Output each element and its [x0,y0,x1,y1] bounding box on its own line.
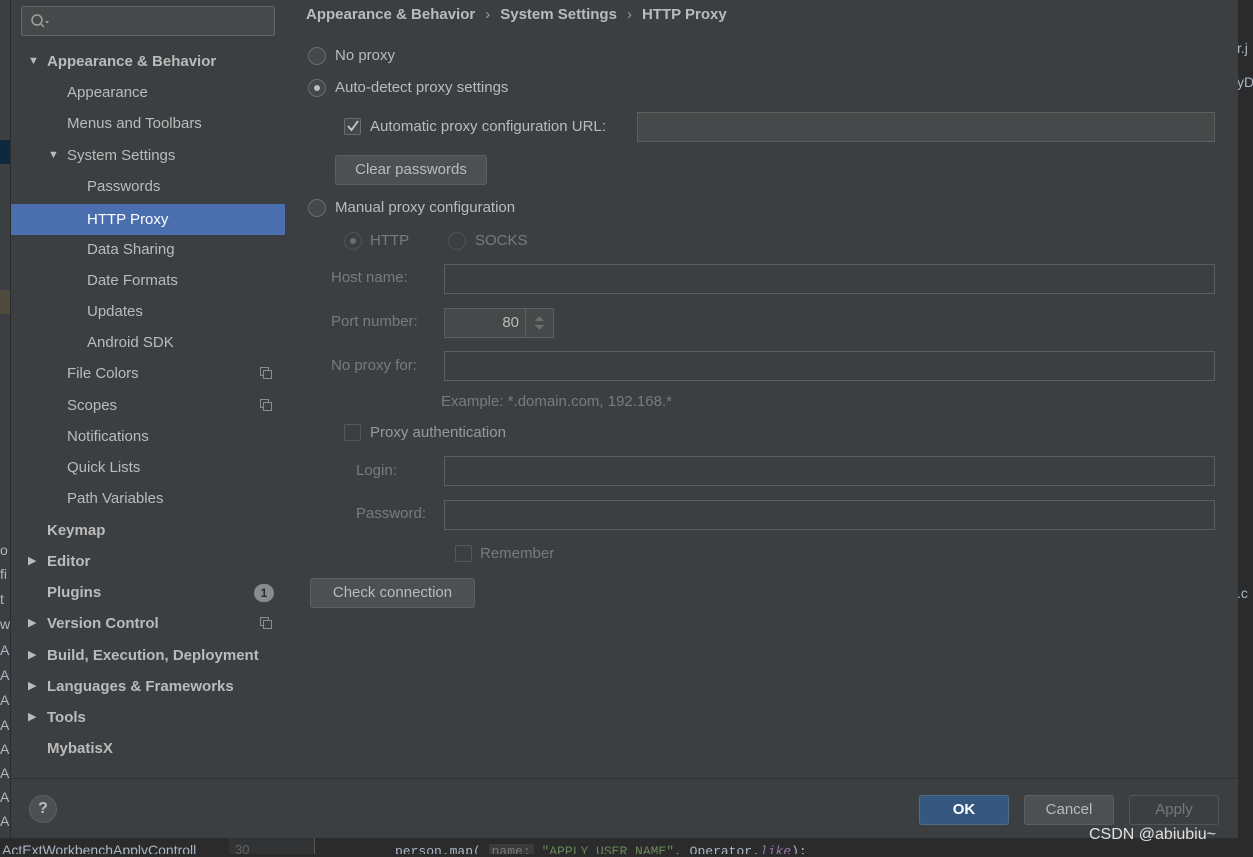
apply-button[interactable]: Apply [1129,795,1219,825]
http-radio[interactable] [344,232,362,250]
sidebar-item-build-execution-deployment[interactable]: ▶ Build, Execution, Deployment [11,640,285,671]
collapse-arrow-icon[interactable]: ▶ [28,546,40,577]
expand-arrow-icon[interactable]: ▼ [28,46,40,77]
sidebar-item-system-settings[interactable]: ▼ System Settings [11,140,285,171]
breadcrumb-item[interactable]: System Settings [500,6,617,23]
ide-right-fragment: r.j [1237,40,1248,56]
socks-radio[interactable] [448,232,466,250]
cancel-button[interactable]: Cancel [1024,795,1114,825]
ide-code-line: ActExtWorkbenchApplyControll person.map(… [0,838,1253,854]
search-input[interactable] [21,6,275,36]
manual-proxy-label[interactable]: Manual proxy configuration [335,198,515,218]
ok-button[interactable]: OK [919,795,1009,825]
sidebar-item-plugins[interactable]: Plugins 1 [11,577,285,608]
host-name-label: Host name: [331,269,408,286]
settings-sidebar: ▼ Appearance & Behavior Appearance Menus… [11,0,285,778]
no-proxy-for-input[interactable] [444,351,1215,381]
ide-left-highlight [0,290,10,314]
collapse-arrow-icon[interactable]: ▶ [28,671,40,702]
auto-proxy-url-input[interactable] [637,112,1215,142]
no-proxy-label[interactable]: No proxy [335,46,395,66]
sidebar-item-appearance-behavior[interactable]: ▼ Appearance & Behavior [11,46,285,77]
breadcrumb: Appearance & Behavior › System Settings › HT… [306,4,727,26]
sidebar-item-passwords[interactable]: Passwords [11,171,285,202]
sidebar-item-editor[interactable]: ▶ Editor [11,546,285,577]
collapse-arrow-icon[interactable]: ▶ [28,608,40,639]
breadcrumb-separator-icon: › [626,6,632,23]
login-label: Login: [356,462,397,479]
ide-right-fragment: yD [1237,74,1253,90]
auto-proxy-url-checkbox[interactable] [344,118,361,135]
password-input[interactable] [444,500,1215,530]
plugins-update-badge: 1 [254,584,274,602]
breadcrumb-item: HTTP Proxy [641,6,727,23]
breadcrumb-item[interactable]: Appearance & Behavior [306,6,475,23]
port-number-stepper[interactable]: 80 [444,308,554,338]
auto-detect-radio[interactable] [308,79,326,97]
sidebar-item-data-sharing[interactable]: Data Sharing [11,234,285,265]
collapse-arrow-icon[interactable]: ▶ [28,640,40,671]
expand-arrow-icon[interactable]: ▼ [48,140,60,171]
host-name-input[interactable] [444,264,1215,294]
settings-dialog: ▼ Appearance & Behavior Appearance Menus… [10,0,1238,838]
auto-proxy-url-label[interactable]: Automatic proxy configuration URL: [370,117,606,137]
sidebar-item-menus-toolbars[interactable]: Menus and Toolbars [11,108,285,139]
sidebar-item-languages-frameworks[interactable]: ▶ Languages & Frameworks [11,671,285,702]
check-connection-button[interactable]: Check connection [310,578,475,608]
port-number-value: 80 [502,314,519,331]
socks-label[interactable]: SOCKS [475,231,528,251]
port-number-label: Port number: [331,313,418,330]
no-proxy-example-hint: Example: *.domain.com, 192.168.* [441,393,672,410]
sidebar-item-tools[interactable]: ▶ Tools [11,702,285,733]
http-label[interactable]: HTTP [370,231,409,251]
ide-code-text: person.map( name: "APPLY_USER_NAME", Ope… [395,844,807,854]
login-input[interactable] [444,456,1215,486]
sidebar-item-date-formats[interactable]: Date Formats [11,265,285,296]
proxy-auth-checkbox[interactable] [344,424,361,441]
sidebar-item-android-sdk[interactable]: Android SDK [11,327,285,358]
breadcrumb-separator-icon: › [485,6,491,23]
proxy-auth-label[interactable]: Proxy authentication [370,423,506,443]
no-proxy-radio[interactable] [308,47,326,65]
spinner-arrows-icon[interactable] [525,309,553,337]
no-proxy-for-label: No proxy for: [331,357,417,374]
sidebar-item-appearance[interactable]: Appearance [11,77,285,108]
ide-file-name: ActExtWorkbenchApplyControll [2,842,197,854]
clear-passwords-button[interactable]: Clear passwords [335,155,487,185]
remember-checkbox[interactable] [455,545,472,562]
sidebar-item-http-proxy[interactable]: HTTP Proxy [11,204,285,235]
help-button[interactable]: ? [29,795,57,823]
sidebar-item-keymap[interactable]: Keymap [11,515,285,546]
ide-gutter: 30 [229,838,315,857]
checkmark-icon [347,120,359,132]
project-settings-icon [260,617,272,629]
ide-left-selection [0,140,10,164]
password-label: Password: [356,505,427,522]
settings-content-panel: Appearance & Behavior › System Settings › HT… [285,0,1238,778]
ide-right-fragment: .c [1237,585,1248,601]
remember-label[interactable]: Remember [480,544,554,564]
dialog-footer: ? OK Cancel Apply [11,778,1238,838]
auto-detect-label[interactable]: Auto-detect proxy settings [335,78,508,98]
sidebar-item-file-colors[interactable]: File Colors [11,358,285,389]
project-settings-icon [260,399,272,411]
sidebar-item-version-control[interactable]: ▶ Version Control [11,608,285,639]
sidebar-item-scopes[interactable]: Scopes [11,390,285,421]
sidebar-item-mybatisx[interactable]: MybatisX [11,733,285,764]
collapse-arrow-icon[interactable]: ▶ [28,702,40,733]
project-settings-icon [260,367,272,379]
sidebar-item-path-variables[interactable]: Path Variables [11,483,285,514]
sidebar-item-updates[interactable]: Updates [11,296,285,327]
watermark: CSDN @abiubiu~ [1089,826,1216,843]
sidebar-item-notifications[interactable]: Notifications [11,421,285,452]
search-icon [31,14,49,28]
manual-proxy-radio[interactable] [308,199,326,217]
sidebar-item-quick-lists[interactable]: Quick Lists [11,452,285,483]
